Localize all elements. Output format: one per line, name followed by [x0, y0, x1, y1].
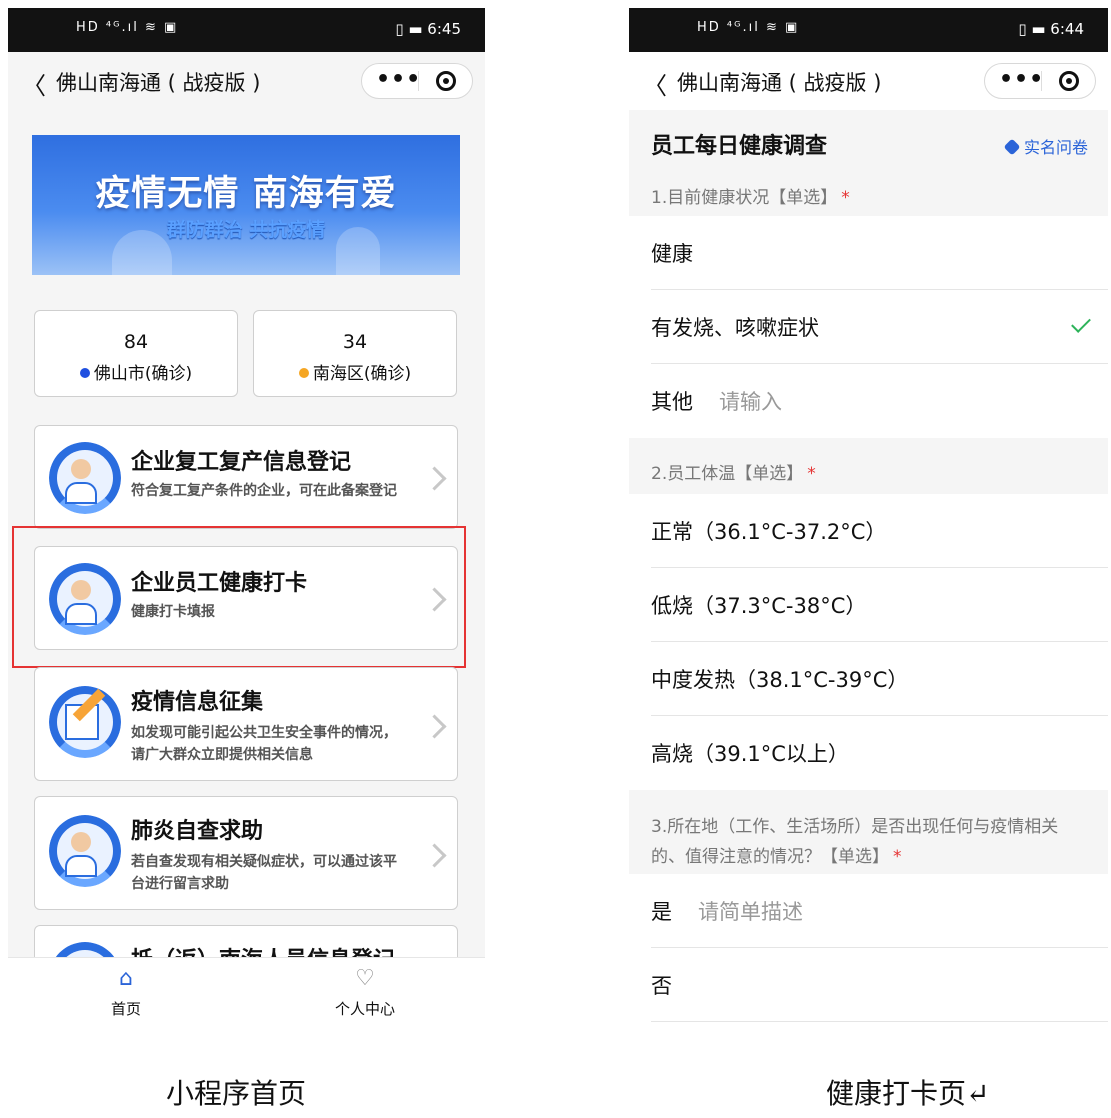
stat-value: 84 — [123, 331, 149, 353]
divider — [651, 1021, 1108, 1022]
card-description: 如发现可能引起公共卫生安全事件的情况，请广大群众立即提供相关信息 — [131, 725, 397, 763]
question-text: 3.所在地（工作、生活场所）是否出现任何与疫情相关的、值得注意的情况？【单选】 — [651, 817, 1059, 867]
nav-bar: 〈 佛山南海通 ( 战疫版 ) ••• — [8, 52, 485, 110]
option-temp-high-fever[interactable]: 高烧（39.1°C以上） — [629, 716, 1108, 790]
mini-program-capsule: ••• — [361, 63, 473, 99]
option-temp-low-fever[interactable]: 低烧（37.3°C-38°C） — [629, 568, 1108, 642]
question-text: 1.目前健康状况【单选】 — [651, 188, 838, 208]
option-other[interactable]: 其他 请输入 — [629, 364, 1108, 438]
question-title: 3.所在地（工作、生活场所）是否出现任何与疫情相关的、值得注意的情况？【单选】 * — [629, 790, 1108, 874]
status-battery-time: ▯ ▬ 6:44 — [1018, 20, 1084, 38]
orange-dot-icon — [298, 368, 309, 378]
card-title: 企业复工复产信息登记 — [131, 450, 352, 475]
real-name-tag: 实名问卷 — [1003, 134, 1088, 158]
capsule-divider — [418, 71, 419, 91]
stat-card-foshan[interactable]: 84 佛山市(确诊) — [34, 310, 238, 397]
option-label: 有发烧、咳嗽症状 — [651, 316, 819, 340]
card-title: 肺炎自查求助 — [131, 819, 264, 844]
page-title: 佛山南海通 ( 战疫版 ) — [677, 71, 882, 95]
option-temp-moderate-fever[interactable]: 中度发热（38.1°C-39°C） — [629, 642, 1108, 716]
option-label: 是 — [651, 900, 672, 924]
badge-icon — [1003, 138, 1021, 156]
card-pneumonia-self-check[interactable]: 肺炎自查求助 若自查发现有相关疑似症状，可以通过该平台进行留言求助 — [34, 796, 458, 910]
pencil-form-icon — [49, 686, 121, 758]
checkmark-icon — [1071, 313, 1091, 333]
survey-title: 员工每日健康调查 — [651, 134, 828, 159]
option-label: 否 — [651, 974, 672, 998]
banner[interactable]: 疫情无情 南海有爱 群防群治 共抗疫情 — [32, 135, 460, 275]
chevron-right-icon — [422, 466, 447, 491]
home-icon: ⌂ — [119, 966, 133, 991]
card-description: 符合复工复产条件的企业，可在此备案登记 — [131, 483, 397, 499]
card-title: 疫情信息征集 — [131, 690, 264, 715]
option-yes[interactable]: 是 请简单描述 — [629, 874, 1108, 948]
option-label: 正常（36.1°C-37.2°C） — [651, 520, 887, 544]
more-button[interactable]: ••• — [999, 67, 1044, 92]
required-mark: * — [841, 188, 850, 208]
caption-right: 健康打卡页↵ — [826, 1077, 990, 1110]
caption-left: 小程序首页 — [166, 1077, 307, 1110]
stat-card-nanhai[interactable]: 34 南海区(确诊) — [253, 310, 457, 397]
back-icon[interactable]: 〈 — [643, 66, 667, 101]
option-temp-normal[interactable]: 正常（36.1°C-37.2°C） — [629, 494, 1108, 568]
option-label: 低烧（37.3°C-38°C） — [651, 594, 867, 618]
chevron-right-icon — [422, 843, 447, 868]
tab-label: 个人中心 — [334, 1000, 395, 1018]
option-label: 其他 — [651, 390, 693, 414]
stat-label: 南海区(确诊) — [312, 364, 412, 384]
card-epidemic-info-collection[interactable]: 疫情信息征集 如发现可能引起公共卫生安全事件的情况，请广大群众立即提供相关信息 — [34, 667, 458, 781]
blue-dot-icon — [79, 368, 90, 378]
page-title: 佛山南海通 ( 战疫版 ) — [56, 71, 261, 95]
tab-profile[interactable]: ♡ 个人中心 — [305, 966, 425, 1019]
health-survey-screen: HD ⁴ᴳ.ıl ≋ ▣ ▯ ▬ 6:44 〈 佛山南海通 ( 战疫版 ) ••… — [629, 8, 1108, 1030]
banner-title: 疫情无情 南海有爱 — [95, 174, 397, 214]
close-target-icon[interactable] — [436, 71, 456, 91]
status-signal-icons: HD ⁴ᴳ.ıl ≋ ▣ — [76, 20, 179, 35]
tab-bar: ⌂ 首页 ♡ 个人中心 — [8, 957, 485, 1030]
chat-bubble-icon: ♡ — [355, 966, 375, 991]
card-resume-work-registration[interactable]: 企业复工复产信息登记 符合复工复产条件的企业，可在此备案登记 — [34, 425, 458, 529]
option-label: 健康 — [651, 242, 693, 266]
highlight-box — [12, 526, 466, 668]
mini-program-capsule: ••• — [984, 63, 1096, 99]
survey-header: 员工每日健康调查 实名问卷 — [629, 110, 1108, 180]
capsule-divider — [1041, 71, 1042, 91]
option-label: 高烧（39.1°C以上） — [651, 742, 849, 766]
other-input[interactable]: 请输入 — [719, 390, 782, 414]
stat-value: 34 — [342, 331, 368, 353]
question-title: 2.员工体温【单选】 * — [629, 438, 1108, 496]
banner-subtitle: 群防群治 共抗疫情 — [166, 219, 326, 241]
card-description: 若自查发现有相关疑似症状，可以通过该平台进行留言求助 — [131, 854, 397, 892]
back-icon[interactable]: 〈 — [22, 66, 46, 101]
option-healthy[interactable]: 健康 — [629, 216, 1108, 290]
describe-input[interactable]: 请简单描述 — [698, 900, 803, 924]
tab-home[interactable]: ⌂ 首页 — [66, 966, 186, 1019]
option-fever-cough[interactable]: 有发烧、咳嗽症状 — [629, 290, 1108, 364]
required-mark: * — [807, 464, 816, 484]
option-no[interactable]: 否 — [629, 948, 1108, 1022]
stat-label: 佛山市(确诊) — [93, 364, 193, 384]
option-label: 中度发热（38.1°C-39°C） — [651, 668, 909, 692]
home-screen: HD ⁴ᴳ.ıl ≋ ▣ ▯ ▬ 6:45 〈 佛山南海通 ( 战疫版 ) ••… — [8, 8, 485, 1030]
question-text: 2.员工体温【单选】 — [651, 464, 804, 484]
question-title: 1.目前健康状况【单选】 * — [629, 180, 1108, 216]
required-mark: * — [893, 847, 902, 867]
status-battery-time: ▯ ▬ 6:45 — [395, 20, 461, 38]
nav-bar: 〈 佛山南海通 ( 战疫版 ) ••• — [629, 52, 1108, 110]
person-icon — [49, 442, 121, 514]
status-bar: HD ⁴ᴳ.ıl ≋ ▣ ▯ ▬ 6:45 — [8, 8, 485, 52]
more-button[interactable]: ••• — [376, 67, 421, 92]
status-signal-icons: HD ⁴ᴳ.ıl ≋ ▣ — [697, 20, 800, 35]
doctor-search-icon — [49, 815, 121, 887]
close-target-icon[interactable] — [1059, 71, 1079, 91]
status-bar: HD ⁴ᴳ.ıl ≋ ▣ ▯ ▬ 6:44 — [629, 8, 1108, 52]
tab-label: 首页 — [110, 1000, 141, 1018]
real-name-tag-label: 实名问卷 — [1023, 138, 1088, 157]
chevron-right-icon — [422, 714, 447, 739]
